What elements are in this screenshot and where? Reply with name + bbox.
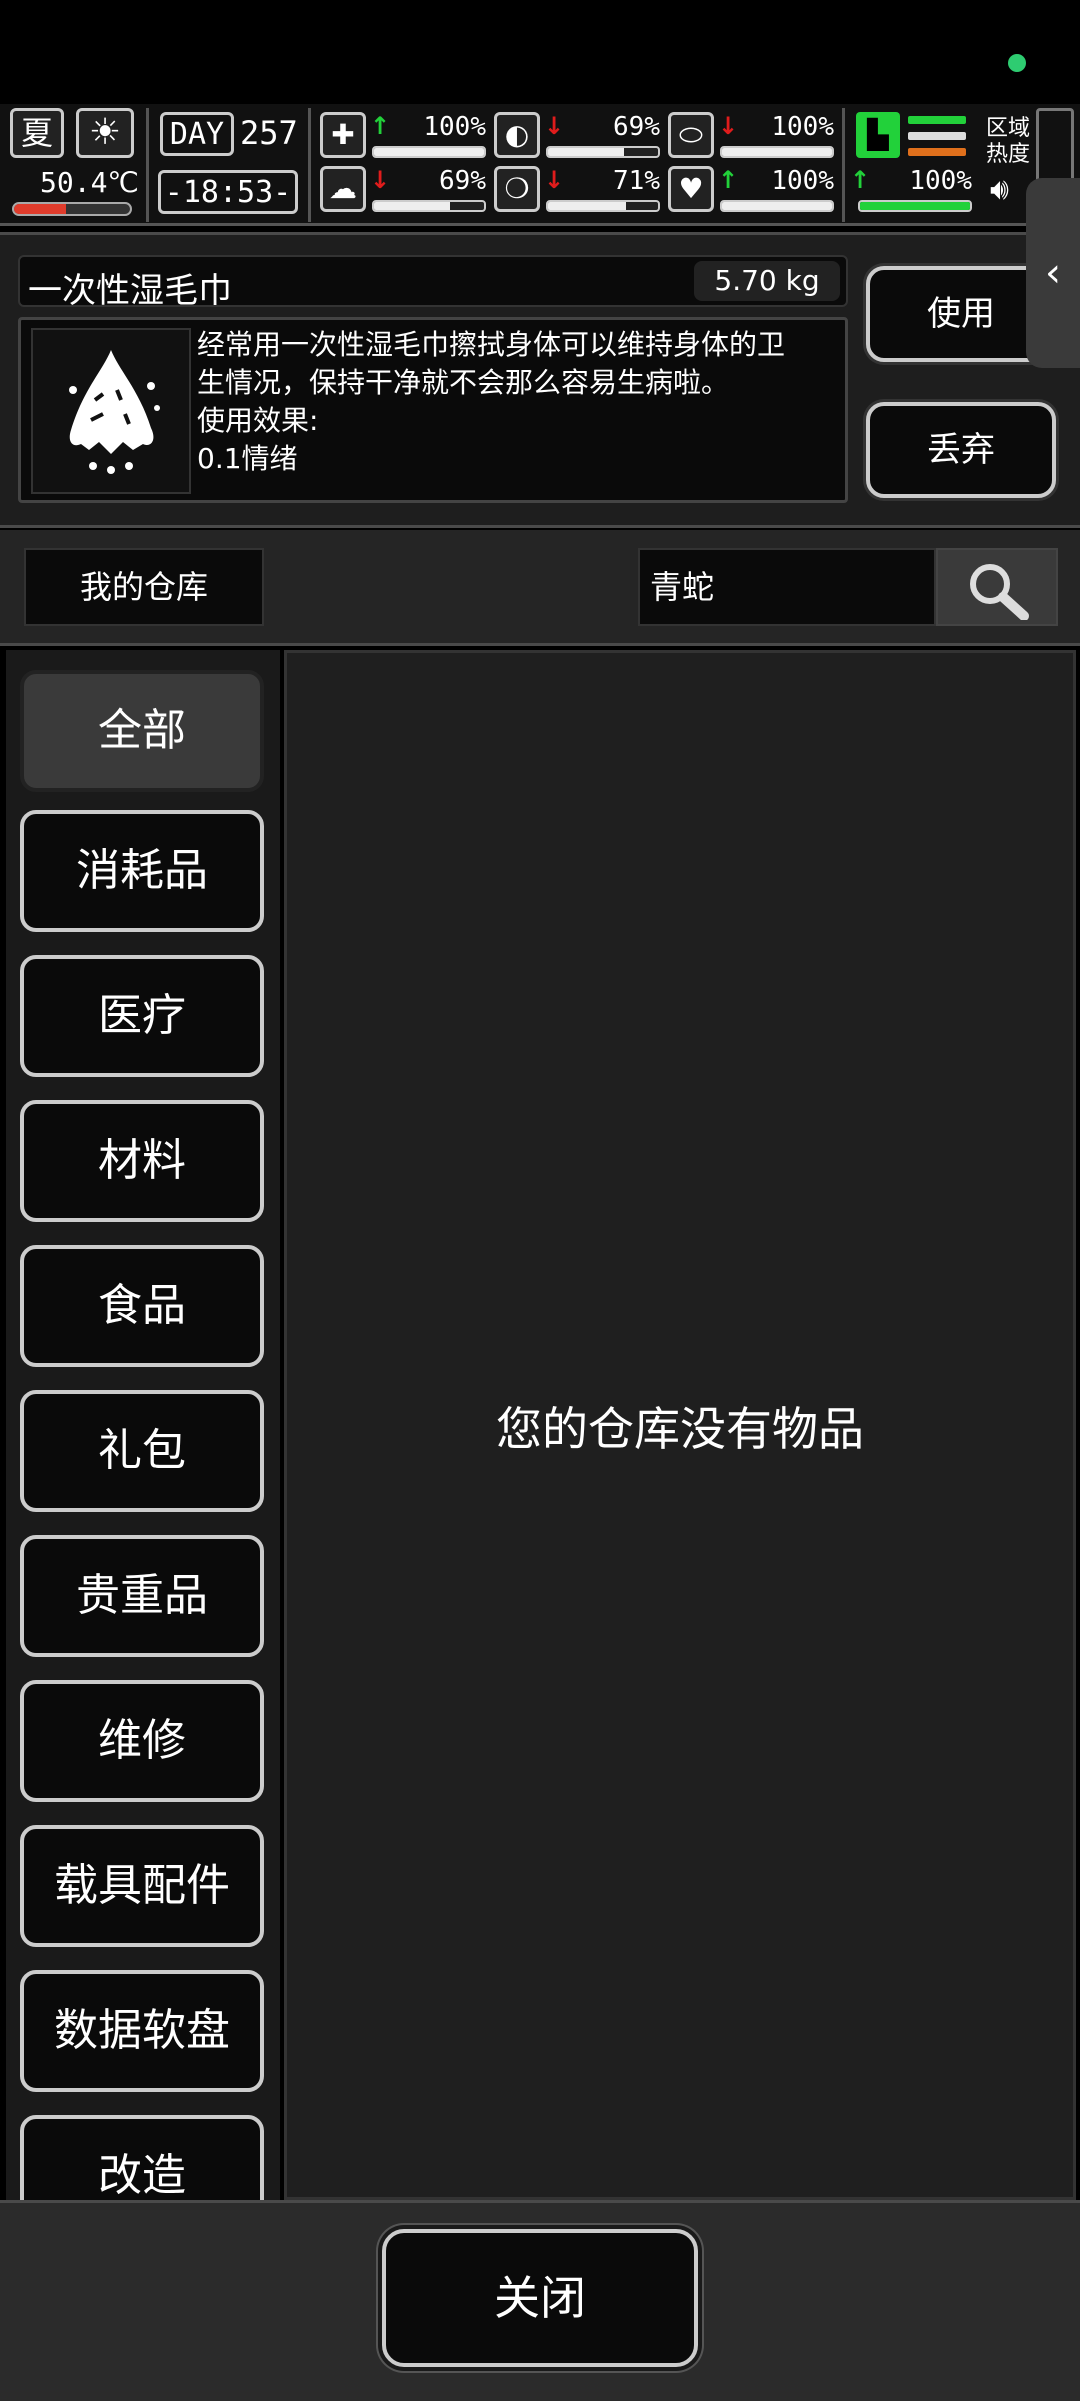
category-vehicle-parts[interactable]: 载具配件: [20, 1825, 264, 1947]
season-badge: 夏: [10, 108, 64, 158]
stat-bar: [372, 146, 486, 158]
search-button[interactable]: [936, 548, 1058, 626]
discard-button[interactable]: 丢弃: [866, 402, 1056, 498]
brain-icon: ☁: [320, 166, 366, 212]
sun-icon: ☀: [76, 108, 134, 158]
category-data-disks[interactable]: 数据软盘: [20, 1970, 264, 2092]
empty-warehouse-message: 您的仓库没有物品: [496, 1402, 864, 1456]
stomach-icon: ◐: [494, 112, 540, 158]
chevron-left-icon: ‹: [1045, 250, 1061, 296]
category-consumables[interactable]: 消耗品: [20, 810, 264, 932]
trend-up-icon: ↑: [850, 166, 871, 194]
category-materials[interactable]: 材料: [20, 1100, 264, 1222]
temperature-readout: 50.4℃: [40, 166, 139, 199]
status-indicator-dot: [1008, 54, 1026, 72]
boot-icon: ▙: [856, 112, 900, 158]
description-line: 生情况，保持干净就不会那么容易生病啦。: [197, 366, 730, 399]
medkit-icon: ✚: [320, 112, 366, 158]
description-line: 0.1情绪: [197, 442, 298, 475]
stat-medicine: ⬭ ↓ 100%: [668, 112, 838, 166]
category-gift-pack[interactable]: 礼包: [20, 1390, 264, 1512]
footer-bar: 关闭: [0, 2200, 1080, 2401]
stat-bar: [372, 200, 486, 212]
region-heat-label: 区域热度: [985, 116, 1030, 167]
item-description: 经常用一次性湿毛巾擦拭身体可以维持身体的卫 生情况，保持干净就不会那么容易生病啦…: [197, 326, 837, 478]
category-all[interactable]: 全部: [20, 670, 264, 792]
search-input[interactable]: 青蛇: [638, 548, 936, 626]
stat-value: 100%: [423, 112, 486, 142]
description-line: 使用效果:: [197, 404, 319, 437]
clock-readout: -18:53-: [158, 170, 298, 214]
trend-up-icon: ↑: [370, 112, 391, 140]
stat-health: ✚ ↑ 100%: [320, 112, 490, 166]
warehouse-header: 我的仓库 青蛇: [0, 530, 1080, 646]
category-repair[interactable]: 维修: [20, 1680, 264, 1802]
stat-thirst: ❍ ↓ 71%: [494, 166, 664, 220]
stat-value: 71%: [613, 166, 660, 196]
heart-icon: ♥: [668, 166, 714, 212]
pill-icon: ⬭: [668, 112, 714, 158]
stat-mood: ☁ ↓ 69%: [320, 166, 490, 220]
day-label: DAY: [160, 112, 234, 156]
category-modification[interactable]: 改造: [20, 2115, 264, 2200]
stat-bar: [858, 200, 972, 212]
category-valuables[interactable]: 贵重品: [20, 1535, 264, 1657]
trend-down-icon: ↓: [544, 112, 565, 140]
warehouse-label: 我的仓库: [24, 548, 264, 626]
hud-divider: [146, 108, 149, 222]
warehouse-item-grid: 您的仓库没有物品: [284, 650, 1076, 2200]
close-button[interactable]: 关闭: [382, 2229, 698, 2367]
day-value: 257: [240, 114, 298, 152]
hud-divider: [308, 108, 311, 222]
description-line: 经常用一次性湿毛巾擦拭身体可以维持身体的卫: [197, 328, 786, 361]
stat-hunger: ◐ ↓ 69%: [494, 112, 664, 166]
temperature-bar: [12, 202, 132, 216]
wet-towel-icon: [31, 328, 191, 494]
trend-down-icon: ↓: [718, 112, 739, 140]
collapse-panel-button[interactable]: ‹: [1026, 178, 1080, 368]
stat-value: 100%: [771, 112, 834, 142]
item-description-box: 经常用一次性湿毛巾擦拭身体可以维持身体的卫 生情况，保持干净就不会那么容易生病啦…: [18, 317, 848, 503]
water-drop-icon: ❍: [494, 166, 540, 212]
stat-bar: [546, 146, 660, 158]
item-weight: 5.70 kg: [694, 261, 840, 301]
trend-up-icon: ↑: [718, 166, 739, 194]
trend-down-icon: ↓: [370, 166, 391, 194]
category-medical[interactable]: 医疗: [20, 955, 264, 1077]
stat-bar: [720, 146, 834, 158]
speaker-icon[interactable]: 🔊︎: [990, 172, 1009, 207]
stat-bar: [546, 200, 660, 212]
stat-value: 69%: [439, 166, 486, 196]
category-food[interactable]: 食品: [20, 1245, 264, 1367]
region-heat-lines: [908, 116, 966, 164]
trend-down-icon: ↓: [544, 166, 565, 194]
item-name: 一次性湿毛巾: [28, 271, 232, 311]
category-sidebar[interactable]: 全部 消耗品 医疗 材料 食品 礼包 贵重品 维修 载具配件 数据软盘 改造: [6, 650, 280, 2200]
hud-bar: 夏 ☀ 50.4℃ DAY 257 -18:53- ✚ ↑ 100% ◐ ↓ 6…: [0, 104, 1080, 226]
stat-stamina: ↑ 100%: [806, 166, 976, 220]
system-status-bar: [0, 0, 1080, 104]
item-name-bar: 一次性湿毛巾 5.70 kg: [18, 255, 848, 311]
stat-value: 69%: [613, 112, 660, 142]
search-icon: [970, 564, 1029, 620]
stat-value: 100%: [909, 166, 972, 196]
